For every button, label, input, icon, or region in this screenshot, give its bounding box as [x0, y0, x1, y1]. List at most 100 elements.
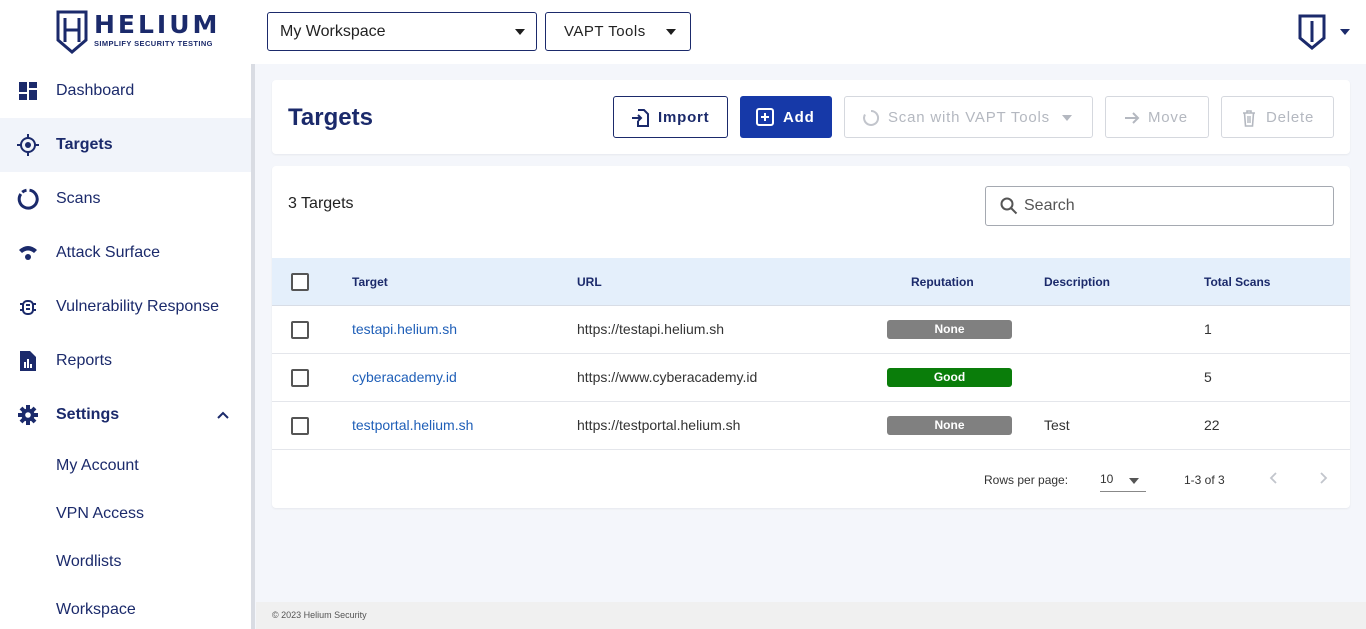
add-button-label: Add: [783, 108, 815, 126]
caret-down-icon: [515, 29, 525, 35]
column-header-total-scans[interactable]: Total Scans: [1204, 275, 1270, 289]
import-button-label: Import: [658, 108, 710, 126]
target-link[interactable]: testportal.helium.sh: [352, 417, 473, 433]
sidebar-item-reports[interactable]: Reports: [0, 334, 252, 388]
rows-per-page-value: 10: [1100, 472, 1114, 486]
scans-icon: [17, 188, 39, 210]
pagination-range: 1-3 of 3: [1184, 473, 1225, 487]
sidebar-subitem-my-account[interactable]: My Account: [56, 457, 139, 475]
reports-icon: [20, 351, 36, 371]
move-button[interactable]: Move: [1105, 96, 1209, 138]
footer: © 2023 Helium Security: [256, 602, 1366, 629]
targets-count: 3 Targets: [288, 195, 354, 212]
column-header-reputation[interactable]: Reputation: [911, 275, 974, 289]
table-row[interactable]: testportal.helium.sh https://testportal.…: [272, 402, 1350, 450]
sidebar-item-label: Attack Surface: [56, 244, 161, 261]
target-total-scans: 22: [1204, 417, 1220, 433]
page-header-card: Targets Import Add Scan with VAPT Tools …: [272, 80, 1350, 154]
rows-per-page-label: Rows per page:: [984, 473, 1069, 487]
user-menu[interactable]: [1298, 14, 1354, 50]
sidebar-item-label: Targets: [56, 136, 113, 153]
bug-icon: [20, 300, 36, 315]
targets-table-card: 3 Targets Target URL Reputation Descript…: [272, 166, 1350, 508]
import-button[interactable]: Import: [613, 96, 728, 138]
table-header: Target URL Reputation Description Total …: [272, 258, 1350, 306]
row-checkbox[interactable]: [291, 321, 309, 339]
sidebar-item-settings[interactable]: Settings: [0, 388, 252, 442]
reputation-badge: None: [887, 416, 1012, 435]
rows-per-page-select[interactable]: 10: [1100, 468, 1146, 492]
caret-down-icon: [666, 29, 676, 35]
page-title: Targets: [288, 104, 373, 131]
scan-button-label: Scan with VAPT Tools: [888, 108, 1050, 126]
sidebar-item-dashboard[interactable]: Dashboard: [0, 64, 252, 118]
sidebar-subitem-workspace[interactable]: Workspace: [56, 601, 136, 619]
delete-button[interactable]: Delete: [1221, 96, 1334, 138]
brand-name: HELIUM: [94, 10, 221, 39]
target-link[interactable]: testapi.helium.sh: [352, 321, 457, 337]
column-header-description[interactable]: Description: [1044, 275, 1110, 289]
reputation-badge: Good: [887, 368, 1012, 387]
helium-shield-icon: [1298, 14, 1326, 50]
copyright-text: © 2023 Helium Security: [272, 610, 367, 620]
target-description: Test: [1044, 417, 1070, 433]
scan-with-vapt-tools-button[interactable]: Scan with VAPT Tools: [844, 96, 1093, 138]
sidebar-item-label: Reports: [56, 352, 113, 369]
spinner-icon: [863, 109, 880, 126]
caret-down-icon: [1062, 115, 1072, 121]
chevron-up-icon[interactable]: [216, 410, 230, 420]
add-button[interactable]: Add: [740, 96, 832, 138]
workspace-select-value: My Workspace: [280, 22, 386, 40]
sidebar-item-label: Settings: [56, 406, 120, 423]
target-url: https://www.cyberacademy.id: [577, 369, 758, 385]
dashboard-icon: [19, 82, 37, 100]
search-box[interactable]: [985, 186, 1334, 226]
target-link[interactable]: cyberacademy.id: [352, 369, 457, 385]
add-box-icon: [756, 108, 774, 126]
search-input[interactable]: [1024, 195, 1314, 217]
sidebar-subitem-vpn-access[interactable]: VPN Access: [56, 505, 144, 523]
trash-icon: [1243, 110, 1255, 127]
sidebar-item-label: Scans: [56, 190, 101, 207]
column-header-target[interactable]: Target: [352, 275, 388, 289]
sidebar-item-label: Dashboard: [56, 82, 135, 99]
caret-down-icon: [1129, 478, 1139, 484]
brand-tagline: SIMPLIFY SECURITY TESTING: [94, 39, 213, 48]
target-total-scans: 1: [1204, 321, 1212, 337]
sidebar-item-attack-surface[interactable]: Attack Surface: [0, 226, 252, 280]
sidebar-scrollbar[interactable]: [251, 64, 255, 629]
import-icon: [632, 109, 649, 127]
target-url: https://testapi.helium.sh: [577, 321, 725, 337]
top-bar: HELIUM SIMPLIFY SECURITY TESTING My Work…: [0, 0, 1366, 64]
reputation-badge: None: [887, 320, 1012, 339]
table-row[interactable]: testapi.helium.sh https://testapi.helium…: [272, 306, 1350, 354]
attack-surface-icon: [19, 246, 37, 260]
select-all-checkbox[interactable]: [291, 273, 309, 291]
gear-icon: [18, 405, 38, 425]
delete-button-label: Delete: [1266, 108, 1315, 126]
sidebar-subitem-wordlists[interactable]: Wordlists: [56, 553, 122, 571]
search-icon: [1000, 197, 1018, 215]
row-checkbox[interactable]: [291, 369, 309, 387]
helium-shield-logo-icon: [56, 10, 88, 54]
row-checkbox[interactable]: [291, 417, 309, 435]
sidebar: Dashboard Targets Scans Attack Surface V…: [0, 64, 252, 629]
sidebar-item-targets[interactable]: Targets: [0, 118, 252, 172]
pagination: Rows per page: 10 1-3 of 3: [272, 450, 1350, 508]
target-url: https://testportal.helium.sh: [577, 417, 741, 433]
workspace-select[interactable]: My Workspace: [267, 12, 537, 51]
caret-down-icon: [1340, 29, 1350, 35]
sidebar-item-vulnerability-response[interactable]: Vulnerability Response: [0, 280, 252, 334]
table-row[interactable]: cyberacademy.id https://www.cyberacademy…: [272, 354, 1350, 402]
move-button-label: Move: [1148, 108, 1188, 126]
vapt-tools-select[interactable]: VAPT Tools: [545, 12, 691, 51]
column-header-url[interactable]: URL: [577, 275, 602, 289]
arrow-right-icon: [1125, 112, 1140, 124]
sidebar-item-label: Vulnerability Response: [56, 298, 220, 315]
sidebar-item-scans[interactable]: Scans: [0, 172, 252, 226]
vapt-tools-select-value: VAPT Tools: [564, 23, 646, 40]
chevron-left-icon[interactable]: [1266, 470, 1282, 486]
target-icon: [17, 134, 39, 156]
helium-logo[interactable]: HELIUM SIMPLIFY SECURITY TESTING: [56, 10, 226, 56]
chevron-right-icon[interactable]: [1315, 470, 1331, 486]
